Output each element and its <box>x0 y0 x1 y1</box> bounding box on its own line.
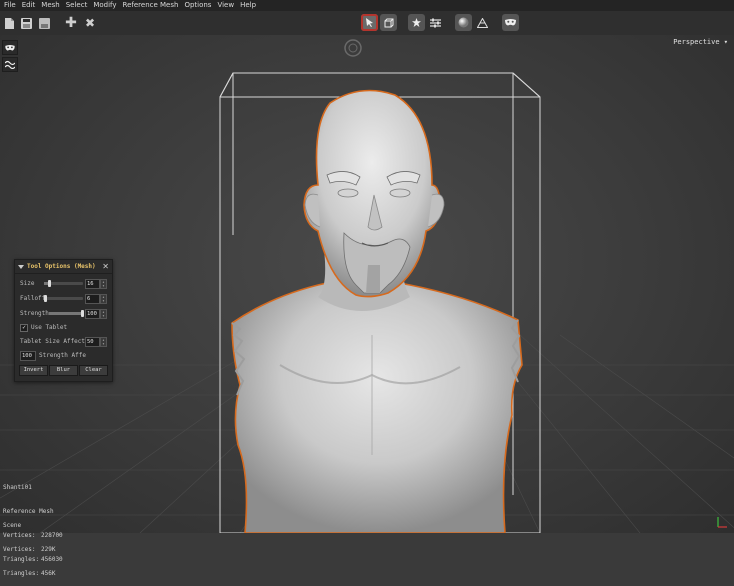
falloff-label: Falloff <box>20 295 46 302</box>
size-slider-knob[interactable] <box>48 280 52 287</box>
mesh-view-icon[interactable] <box>380 14 397 31</box>
menu-modify[interactable]: Modify <box>90 0 119 11</box>
collapse-triangle-icon[interactable] <box>18 264 24 269</box>
scene-label: Scene <box>3 522 22 529</box>
tablet-size-row: Tablet Size Affect 50 ▴ ▾ <box>20 336 108 347</box>
scene-vertices-value: 229K <box>41 546 56 553</box>
tablet-size-field[interactable]: 50 <box>85 337 100 347</box>
scene-triangles-row: Triangles: 456K <box>3 570 55 578</box>
sphere-material-icon[interactable] <box>455 14 472 31</box>
mask-icon[interactable] <box>502 14 519 31</box>
panel-title: Tool Options (Mesh) <box>27 263 96 270</box>
delete-icon[interactable]: ✖ <box>83 15 97 31</box>
tool-options-panel: Tool Options (Mesh) ✕ Size 16 ▴ ▾ Falloff… <box>14 259 113 382</box>
menu-mesh[interactable]: Mesh <box>38 0 62 11</box>
select-mode-icon[interactable] <box>361 14 378 31</box>
size-field[interactable]: 16 <box>85 279 100 289</box>
scene-triangles-value: 456K <box>41 570 56 577</box>
blur-button[interactable]: Blur <box>49 365 78 376</box>
tablet-strength-label: Strength Affe <box>39 352 86 359</box>
use-tablet-row: ✓ Use Tablet <box>20 322 108 333</box>
menu-file[interactable]: File <box>0 0 19 11</box>
strength-slider-fill <box>49 312 83 315</box>
strength-slider-knob[interactable] <box>81 310 84 317</box>
strength-field[interactable]: 100 <box>85 309 100 319</box>
tablet-strength-row: 100 Strength Affe <box>20 350 108 361</box>
scene-triangles-key: Triangles: <box>3 570 40 577</box>
size-stepper[interactable]: ▴ ▾ <box>100 279 107 289</box>
add-icon[interactable]: ✚ <box>64 15 78 31</box>
panel-header[interactable]: Tool Options (Mesh) ✕ <box>15 260 112 274</box>
menu-select[interactable]: Select <box>63 0 91 11</box>
strength-row: Strength 100 ▴ ▾ <box>20 308 108 319</box>
toolbar: ✚ ✖ <box>0 11 734 36</box>
scene-stats: Scene Vertices: 229K Triangles: 456K <box>3 506 55 586</box>
sculpt-icon[interactable] <box>408 14 425 31</box>
bust-model <box>231 89 523 533</box>
tablet-strength-field[interactable]: 100 <box>20 350 36 361</box>
gizmo-ring <box>344 39 362 57</box>
camera-dropdown[interactable]: Perspective ▾ <box>673 38 728 46</box>
falloff-slider-knob[interactable] <box>44 295 48 302</box>
strength-label: Strength <box>20 310 49 317</box>
strength-slider[interactable] <box>49 310 84 317</box>
menu-options[interactable]: Options <box>181 0 214 11</box>
falloff-slider[interactable] <box>44 295 83 302</box>
scene-vertices-key: Vertices: <box>3 546 36 553</box>
size-row: Size 16 ▴ ▾ <box>20 278 108 289</box>
object-name: Shanti01 <box>3 484 32 491</box>
use-tablet-label: Use Tablet <box>31 324 68 331</box>
menu-help[interactable]: Help <box>237 0 259 11</box>
size-slider[interactable] <box>44 280 83 287</box>
left-toolbar <box>2 40 18 72</box>
menu-edit[interactable]: Edit <box>19 0 39 11</box>
wireframe-icon[interactable] <box>475 15 489 31</box>
settings-icon[interactable] <box>428 15 442 31</box>
menu-bar: File Edit Mesh Select Modify Reference M… <box>0 0 734 11</box>
axis-gizmo-icon <box>715 514 729 528</box>
menu-reference-mesh[interactable]: Reference Mesh <box>120 0 182 11</box>
camera-label: Perspective <box>673 38 720 46</box>
size-label: Size <box>20 280 35 287</box>
clear-button[interactable]: Clear <box>79 365 108 376</box>
save-icon[interactable] <box>19 15 33 31</box>
tablet-size-stepper[interactable]: ▴ ▾ <box>100 337 107 347</box>
new-file-icon[interactable] <box>2 15 16 31</box>
falloff-stepper[interactable]: ▴ ▾ <box>100 294 107 304</box>
strength-stepper[interactable]: ▴ ▾ <box>100 309 107 319</box>
use-tablet-checkbox[interactable]: ✓ <box>20 323 28 332</box>
mask-tool-icon[interactable] <box>2 40 18 55</box>
chevron-down-icon: ▾ <box>723 38 728 46</box>
close-icon[interactable]: ✕ <box>102 262 109 271</box>
falloff-row: Falloff 6 ▴ ▾ <box>20 293 108 304</box>
smooth-brush-icon[interactable] <box>2 57 18 72</box>
save-as-icon[interactable] <box>37 15 51 31</box>
tablet-size-label: Tablet Size Affect <box>20 338 86 345</box>
scene-vertices-row: Vertices: 229K <box>3 546 55 554</box>
falloff-field[interactable]: 6 <box>85 294 100 304</box>
menu-view[interactable]: View <box>214 0 237 11</box>
invert-button[interactable]: Invert <box>19 365 48 376</box>
